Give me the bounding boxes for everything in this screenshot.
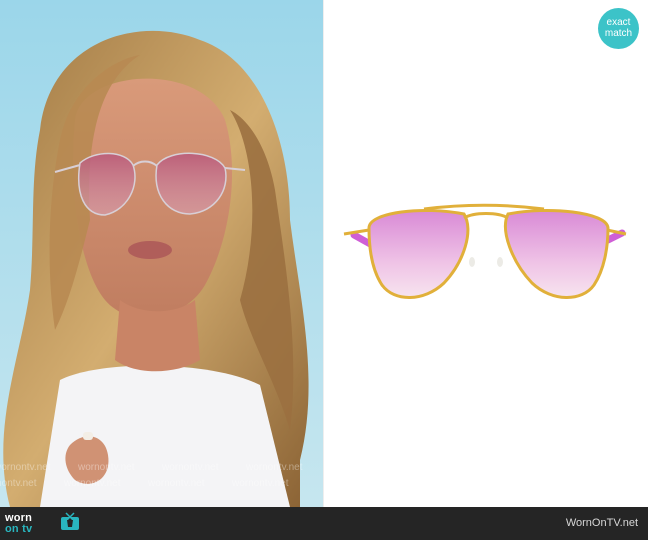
watermark-text: wornontv.net [246, 462, 303, 473]
footer-site-name: WornOnTV.net [565, 517, 638, 529]
woman-wearing-sunglasses-illustration [0, 0, 324, 507]
watermark-text: wornontv.net [64, 478, 121, 489]
watermark-text: wornontv.net [148, 478, 205, 489]
watermark-text: wornontv.net [0, 478, 37, 489]
watermark-text: wornontv.net [162, 462, 219, 473]
badge-line-1: exact [606, 17, 631, 28]
tv-still-photo: wornontv.net wornontv.net wornontv.net w… [0, 0, 324, 507]
aviator-sunglasses-product-illustration [343, 203, 627, 299]
watermark-text: wornontv.net [232, 478, 289, 489]
tv-icon [59, 512, 81, 532]
watermark-text: wornontv.net [0, 462, 51, 473]
watermark-text: wornontv.net [78, 462, 135, 473]
brand-logo-ontv: on tv [5, 523, 33, 535]
exact-match-badge: exact match [598, 8, 639, 49]
footer-bar [0, 507, 648, 540]
product-comparison-image: wornontv.net wornontv.net wornontv.net w… [0, 0, 648, 540]
product-photo [324, 0, 648, 507]
badge-line-2: match [604, 28, 633, 39]
